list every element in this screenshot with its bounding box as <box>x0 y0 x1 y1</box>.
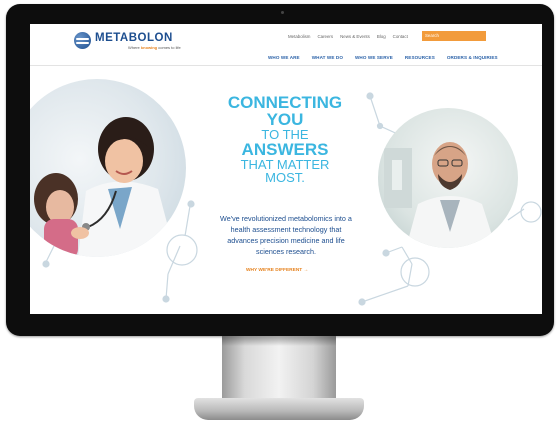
headline-line-1: CONNECTING <box>227 93 343 112</box>
monitor-stand-neck <box>222 336 336 406</box>
website-screen: METABOLON Where knowing comes to life Me… <box>30 24 542 314</box>
headline-line-2: YOU <box>266 110 304 129</box>
monitor-stand-base <box>194 398 364 420</box>
stand-shadow <box>222 336 336 346</box>
scientist-photo <box>378 108 518 248</box>
hero-body-text: We've revolutionized metabolomics into a… <box>220 214 352 256</box>
camera-dot <box>281 11 284 14</box>
why-were-different-link[interactable]: WHY WE'RE DIFFERENT → <box>246 268 308 273</box>
headline-line-4: ANSWERS <box>241 140 329 159</box>
hero-headline: CONNECTING YOU TO THE ANSWERS THAT MATTE… <box>206 94 364 184</box>
headline-line-6: MOST. <box>265 170 305 185</box>
monitor-frame: METABOLON Where knowing comes to life Me… <box>6 4 554 336</box>
